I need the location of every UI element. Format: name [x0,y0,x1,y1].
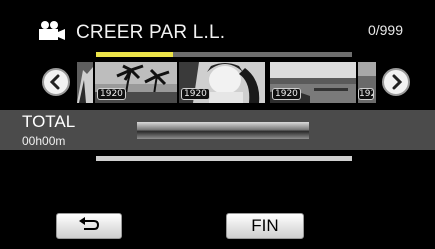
back-button[interactable] [56,213,122,239]
fin-button[interactable]: FIN [226,213,304,239]
thumbnail[interactable]: 1920 [270,62,356,103]
item-counter: 0/999 [367,22,403,38]
total-label: TOTAL [22,112,76,131]
movie-camera-icon [39,21,65,40]
divider [96,156,352,161]
page-title: CREER PAR L.L. [76,22,226,43]
thumbnail[interactable]: 1920 [179,62,265,103]
return-arrow-icon [79,217,100,230]
total-duration-bar [137,122,309,139]
chevron-right-icon [392,74,403,90]
thumbnail-partial-left[interactable] [77,62,93,103]
resolution-badge: 1920 [181,88,210,100]
header: CREER PAR L.L. 0/999 [0,0,435,50]
previous-button[interactable] [42,68,70,96]
total-band: TOTAL 00h00m [0,110,435,150]
total-time: 00h00m [22,134,66,148]
progress-track [96,52,352,57]
resolution-badge: 1920 [358,88,374,100]
resolution-badge: 1920 [97,88,126,100]
chevron-left-icon [49,74,60,90]
next-button[interactable] [382,68,410,96]
thumbnail[interactable]: 1920 [95,62,177,103]
filmstrip: 1920 1920 1920 1920 [0,58,435,105]
progress-fill [96,52,173,57]
thumbnail-partial-right[interactable]: 1920 [358,62,376,103]
resolution-badge: 1920 [272,88,301,100]
